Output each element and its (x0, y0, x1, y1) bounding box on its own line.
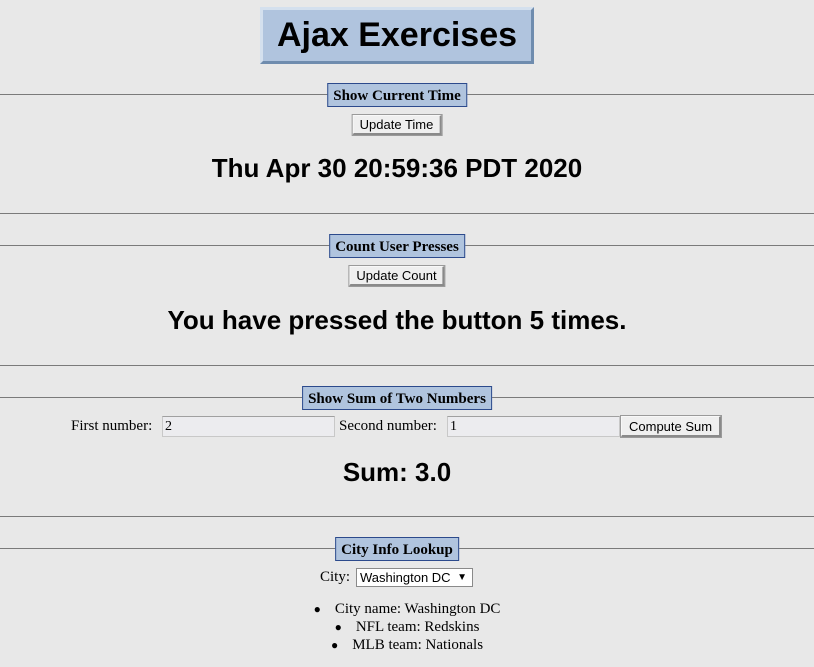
sum-section-legend: Show Sum of Two Numbers (302, 386, 492, 410)
first-number-field[interactable] (162, 416, 335, 437)
city-select-value: Washington DC (360, 570, 451, 585)
bullet-icon: ● (334, 620, 342, 634)
second-number-field[interactable] (447, 416, 620, 437)
city-section-legend: City Info Lookup (335, 537, 459, 561)
update-time-button[interactable]: Update Time (351, 114, 443, 136)
chevron-down-icon: ▼ (457, 572, 467, 583)
section-divider (0, 365, 814, 366)
section-divider (0, 516, 814, 517)
page: Ajax Exercises Show Current Time Update … (0, 0, 814, 667)
page-title: Ajax Exercises (260, 7, 534, 64)
section-divider (0, 213, 814, 214)
list-item: ● City name: Washington DC (313, 601, 501, 617)
sum-result: Sum: 3.0 (342, 457, 452, 487)
list-item: ● NFL team: Redskins (334, 619, 480, 635)
city-info-list: ● City name: Washington DC ● NFL team: Red… (0, 600, 814, 654)
city-label: City: (320, 569, 351, 585)
second-number-label: Second number: (339, 418, 437, 434)
bullet-icon: ● (330, 638, 339, 652)
list-item: ● MLB team: Nationals (330, 637, 484, 653)
time-section-legend: Show Current Time (327, 83, 467, 107)
count-section-legend: Count User Presses (329, 234, 465, 258)
current-time-result: Thu Apr 30 20:59:36 PDT 2020 (211, 153, 583, 183)
first-number-label: First number: (71, 418, 153, 434)
bullet-icon: ● (313, 602, 321, 616)
press-count-result: You have pressed the button 5 times. (167, 305, 627, 335)
update-count-button[interactable]: Update Count (348, 265, 446, 287)
compute-sum-button[interactable]: Compute Sum (619, 415, 723, 438)
city-select[interactable]: Washington DC ▼ (356, 568, 473, 587)
